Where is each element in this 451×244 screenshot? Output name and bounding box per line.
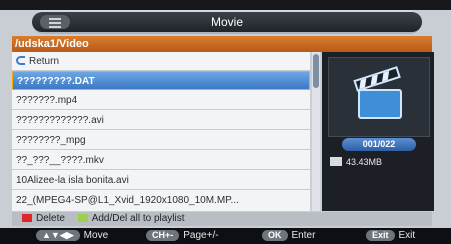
delete-label: Delete	[36, 213, 65, 224]
file-name: ???????.mp4	[16, 95, 78, 106]
channel-key-icon: CH+-	[146, 230, 180, 241]
green-key-icon	[77, 214, 88, 222]
list-scrollbar[interactable]	[312, 52, 320, 211]
file-name: ?????????.DAT	[17, 76, 95, 87]
title-bar: Movie	[32, 10, 422, 34]
return-label: Return	[29, 56, 60, 67]
list-item[interactable]: ????????_mpg	[12, 131, 310, 150]
exit-key-icon: Exit	[366, 230, 395, 241]
return-icon	[16, 56, 25, 65]
list-item[interactable]: ?????????????.avi	[12, 111, 310, 130]
file-name: ?????????????.avi	[16, 115, 104, 126]
red-key-icon	[22, 214, 32, 222]
enter-hint: OK Enter	[262, 228, 315, 244]
scrollbar-thumb[interactable]	[313, 54, 319, 88]
page-label: Page+/-	[183, 230, 219, 241]
clapperboard-icon	[353, 66, 402, 119]
file-list: Return ?????????.DAT ???????.mp4 ???????…	[12, 52, 310, 211]
file-size-row: 43.43MB	[330, 155, 382, 169]
list-item[interactable]: ??_???__????.mkv	[12, 151, 310, 170]
ok-key-icon: OK	[262, 230, 288, 241]
list-item[interactable]: 10Alizee-la isla bonita.avi	[12, 171, 310, 190]
file-counter: 001/022	[342, 138, 416, 151]
file-name: 22_(MPEG4-SP@L1_Xvid_1920x1080_10M.MP...	[16, 195, 239, 206]
color-key-legend: Delete Add/Del all to playlist	[12, 212, 432, 226]
file-name: ????????_mpg	[16, 135, 86, 146]
enter-label: Enter	[291, 230, 316, 241]
list-item[interactable]: ?????????.DAT	[12, 71, 310, 90]
list-item[interactable]: 22_(MPEG4-SP@L1_Xvid_1920x1080_10M.MP...	[12, 191, 310, 210]
file-name: ??_???__????.mkv	[16, 155, 104, 166]
page-title: Movie	[210, 15, 243, 29]
exit-hint: Exit Exit	[366, 228, 415, 244]
file-size-icon	[330, 157, 342, 166]
return-item[interactable]: Return	[12, 52, 310, 71]
file-name: 10Alizee-la isla bonita.avi	[16, 175, 129, 186]
move-label: Move	[83, 230, 109, 241]
playlist-label: Add/Del all to playlist	[91, 213, 185, 224]
file-size: 43.43MB	[346, 157, 383, 167]
help-bar: ▲▼◀▶ Move CH+- Page+/- OK Enter Exit Exit	[0, 228, 451, 244]
move-hint: ▲▼◀▶ Move	[36, 228, 108, 244]
breadcrumb: /udska1/Video	[12, 36, 432, 52]
exit-label: Exit	[398, 230, 416, 241]
preview-panel: 001/022 43.43MB	[322, 52, 434, 211]
media-player-screen: Movie /udska1/Video Return ?????????.DAT…	[0, 0, 451, 244]
arrows-key-icon: ▲▼◀▶	[36, 230, 80, 241]
tv-bezel	[0, 0, 451, 10]
preview-thumbnail	[328, 57, 430, 137]
list-item[interactable]: ???????.mp4	[12, 91, 310, 110]
title-pill: Movie	[32, 12, 422, 32]
page-hint: CH+- Page+/-	[146, 228, 219, 244]
